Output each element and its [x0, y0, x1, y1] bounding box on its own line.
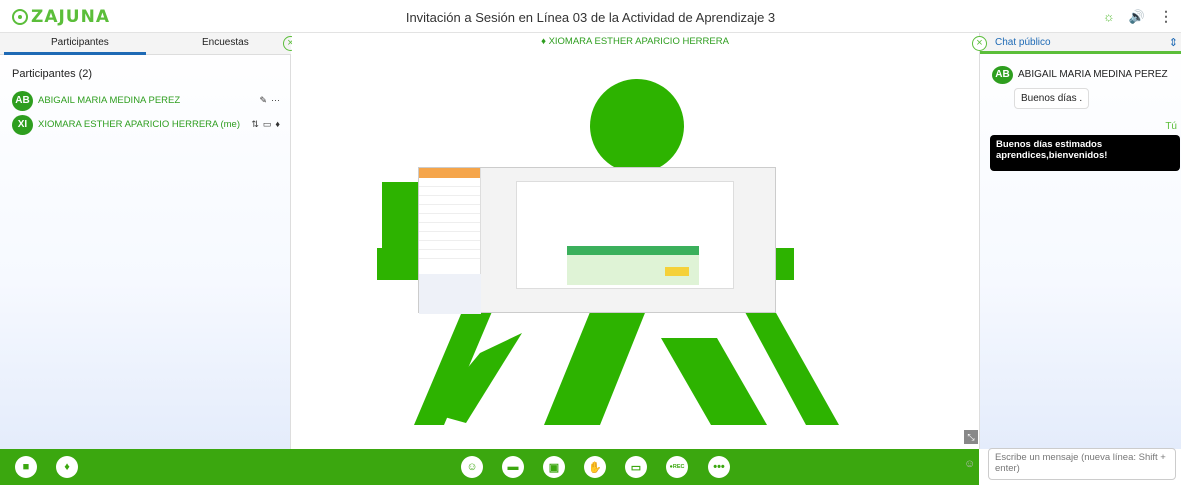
- chat-message: Buenos días .: [1014, 88, 1090, 109]
- hand-icon[interactable]: ✋: [584, 456, 606, 478]
- chat-panel: Chat público ⇕ × AB ABIGAIL MARIA MEDINA…: [972, 33, 1181, 480]
- app-window: ZAJUNA Invitación a Sesión en Línea 03 d…: [0, 0, 1181, 485]
- user-raise-icon[interactable]: ☺: [461, 456, 483, 478]
- avatar: XI: [12, 115, 33, 135]
- screen-share-view: [418, 167, 776, 314]
- tab-polls[interactable]: Encuestas: [202, 37, 249, 48]
- session-title: Invitación a Sesión en Línea 03 de la Ac…: [405, 10, 776, 25]
- participants-panel: Participantes Encuestas Participantes (2…: [0, 33, 298, 449]
- header-controls: ☼ 🔊 ⋮: [1103, 8, 1173, 25]
- screen-share-icon[interactable]: ▣: [543, 456, 565, 478]
- shared-content-card: [516, 181, 734, 289]
- participant-name: XIOMARA ESTHER APARICIO HERRERA (me): [38, 119, 241, 130]
- chat-header: Chat público ⇕: [980, 33, 1181, 54]
- presenter-label: ♦ XIOMARA ESTHER APARICIO HERRERA: [292, 36, 978, 47]
- shared-sidebar: [419, 168, 481, 314]
- chevron-updown-icon[interactable]: ⇕: [1169, 36, 1178, 49]
- fullscreen-icon[interactable]: ⤡: [964, 430, 978, 444]
- presenter-name: XIOMARA ESTHER APARICIO HERRERA: [548, 36, 729, 47]
- my-chat-message: Buenos días estimados aprendices,bienven…: [990, 135, 1180, 171]
- presenter-icon: ⇅: [251, 119, 259, 129]
- record-icon[interactable]: ●REC: [666, 456, 688, 478]
- microphone-icon: ♦: [541, 36, 549, 47]
- mic-icon: ♦: [275, 119, 280, 129]
- microphone-icon[interactable]: ♦: [56, 456, 78, 478]
- shared-card-header: [567, 246, 699, 255]
- presentation-stage: ♦ XIOMARA ESTHER APARICIO HERRERA ⤡: [292, 33, 978, 449]
- more-icon[interactable]: •••: [708, 456, 730, 478]
- top-header: ZAJUNA Invitación a Sesión en Línea 03 d…: [0, 0, 1181, 33]
- sun-icon[interactable]: ☼: [1103, 9, 1115, 24]
- avatar: AB: [12, 91, 33, 111]
- you-label: Tú: [1165, 121, 1177, 132]
- tab-participants[interactable]: Participantes: [51, 37, 109, 48]
- participants-heading: Participantes (2): [12, 68, 93, 80]
- sender-name: ABIGAIL MARIA MEDINA PEREZ: [1018, 69, 1168, 80]
- panel-tabs: Participantes Encuestas: [0, 33, 291, 55]
- participant-status: ✎ ···: [259, 95, 280, 106]
- pointer-icon: ✎: [259, 95, 267, 105]
- chat-icon[interactable]: ▬: [502, 456, 524, 478]
- more-icon[interactable]: ···: [271, 95, 280, 106]
- shared-sidebar-header: [419, 168, 480, 178]
- participant-row[interactable]: AB ABIGAIL MARIA MEDINA PEREZ ✎ ···: [12, 91, 282, 111]
- chat-input[interactable]: Escribe un mensaje (nueva línea: Shift +…: [988, 448, 1176, 480]
- participant-name: ABIGAIL MARIA MEDINA PEREZ: [38, 95, 181, 106]
- speaker-icon[interactable]: 🔊: [1129, 9, 1145, 25]
- avatar: AB: [992, 66, 1013, 84]
- active-tab-indicator: [4, 52, 146, 55]
- participant-row[interactable]: XI XIOMARA ESTHER APARICIO HERRERA (me) …: [12, 115, 282, 135]
- emoji-icon[interactable]: ☺: [964, 458, 975, 470]
- presentation-icon[interactable]: ▭: [625, 456, 647, 478]
- chat-title: Chat público: [995, 37, 1051, 48]
- bottom-toolbar: ■ ♦ ☺ ▬ ▣ ✋ ▭ ●REC ••• ☺: [0, 449, 979, 485]
- screen-icon: ▭: [262, 119, 272, 129]
- participant-status: ⇅ ▭ ♦: [251, 119, 280, 130]
- shared-card-button: [665, 267, 689, 276]
- close-chat-icon[interactable]: ×: [972, 36, 987, 51]
- kebab-menu-icon[interactable]: ⋮: [1159, 8, 1173, 25]
- camera-icon[interactable]: ■: [15, 456, 37, 478]
- shared-sidebar-footer: [419, 274, 481, 314]
